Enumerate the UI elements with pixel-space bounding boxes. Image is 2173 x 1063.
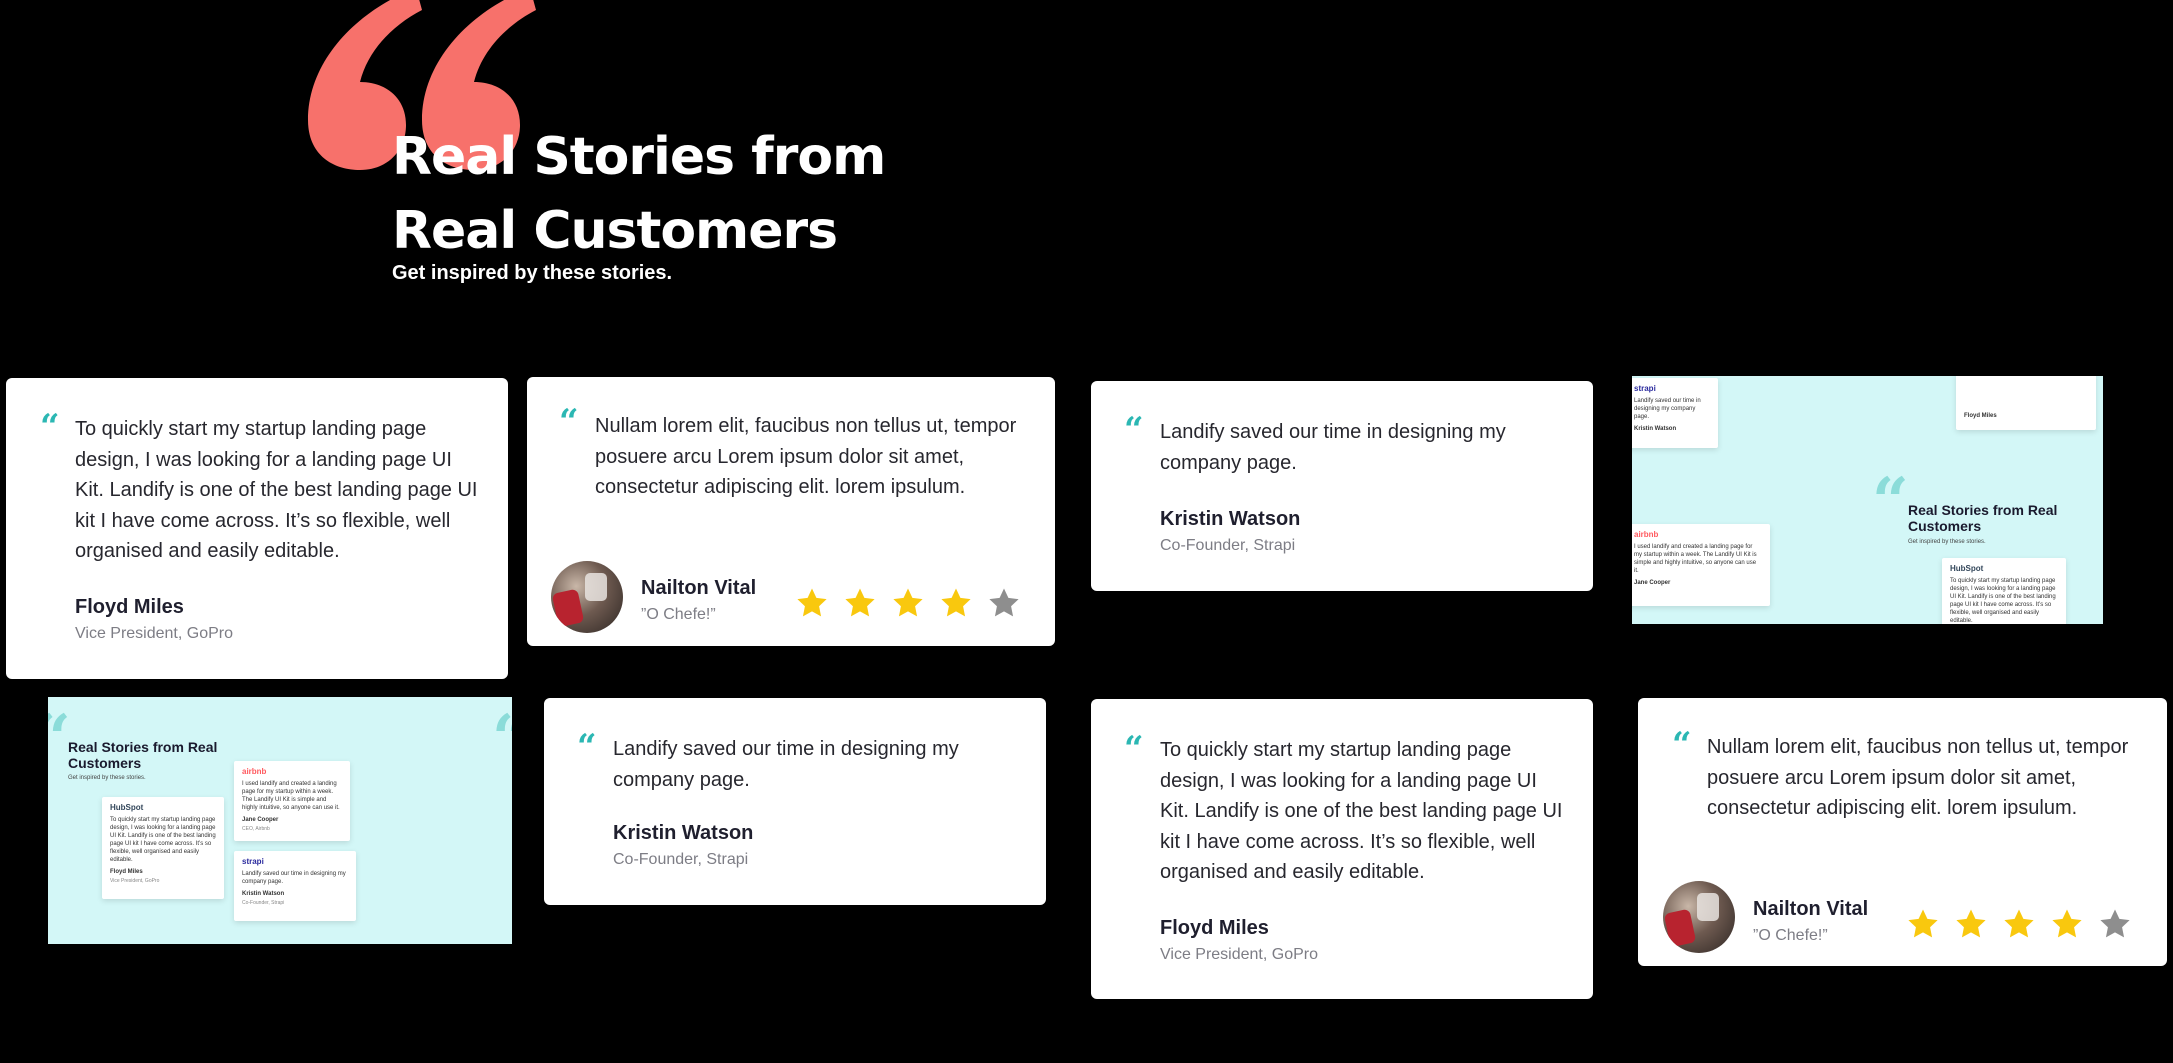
mini-quote: I used landify and created a landing pag… [1634, 544, 1757, 574]
testimonial-quote: Landify saved our time in designing my c… [1160, 421, 1506, 474]
testimonial-section-thumbnail: strapi Landify saved our time in designi… [1632, 376, 2103, 624]
quote-icon: “ [559, 402, 579, 442]
quote-icon: “ [577, 727, 597, 767]
hubspot-logo: HubSpot [110, 803, 144, 812]
quote-icon: “ [40, 407, 60, 447]
testimonial-quote: Landify saved our time in designing my c… [613, 738, 959, 791]
quote-icon: “ [1124, 729, 1144, 769]
star-filled-icon [845, 588, 875, 617]
star-filled-icon [1956, 909, 1986, 938]
mini-author: Jane Cooper [242, 817, 279, 823]
author-name: Floyd Miles [75, 596, 184, 618]
testimonial-quote: To quickly start my startup landing page… [75, 418, 478, 562]
testimonial-card: “ Nullam lorem elit, faucibus non tellus… [1638, 698, 2167, 966]
mini-card: airbnb I used landify and created a land… [1632, 524, 1770, 606]
testimonial-card: “ To quickly start my startup landing pa… [6, 378, 508, 679]
hubspot-logo: HubSpot [1950, 564, 1984, 573]
author-role: ”O Chefe!” [1753, 927, 1828, 944]
author-name: Kristin Watson [1160, 508, 1301, 530]
testimonial-card: “ Landify saved our time in designing my… [544, 698, 1046, 905]
airbnb-logo: airbnb [242, 767, 267, 776]
author-name: Nailton Vital [641, 577, 757, 599]
mini-card: airbnb I used landify and created a land… [234, 761, 350, 841]
star-filled-icon [941, 588, 971, 617]
mini-author: Floyd Miles [1964, 413, 1997, 419]
rating-stars [795, 586, 1021, 620]
star-filled-icon [1908, 909, 1938, 938]
testimonial-card: “ Nullam lorem elit, faucibus non tellus… [527, 377, 1055, 646]
strapi-logo: strapi [1634, 384, 1656, 393]
hero-subtitle: Get inspired by these stories. [392, 262, 673, 284]
mini-quote: Landify saved our time in designing my c… [242, 871, 346, 885]
author-role: Co-Founder, Strapi [1160, 537, 1296, 554]
hero-title: Real Stories from Real Customers [392, 127, 886, 261]
thumbnail-title: Real Stories from Real Customers [68, 739, 218, 771]
testimonial-quote: To quickly start my startup landing page… [1160, 739, 1563, 883]
mini-quote: I used landify and created a landing pag… [242, 781, 340, 811]
thumbnail-subtitle: Get inspired by these stories. [1908, 539, 1986, 545]
mini-quote: To quickly start my startup landing page… [1950, 578, 2056, 624]
quote-icon: “ [1672, 725, 1692, 765]
mini-card: strapi Landify saved our time in designi… [234, 851, 356, 921]
testimonial-quote: Nullam lorem elit, faucibus non tellus u… [1707, 736, 2129, 819]
mini-quote: To quickly start my startup landing page… [110, 817, 216, 863]
quote-icon: “ [492, 707, 512, 771]
author-name: Floyd Miles [1160, 917, 1269, 939]
mini-author: Kristin Watson [1634, 426, 1677, 432]
author-name: Nailton Vital [1753, 898, 1869, 920]
testimonial-card: “ Landify saved our time in designing my… [1091, 381, 1593, 591]
avatar [1663, 881, 1735, 953]
strapi-logo: strapi [242, 857, 264, 866]
mini-role: CEO, Airbnb [242, 826, 270, 832]
mini-role: Co-Founder, Strapi [242, 900, 285, 906]
mini-card: HubSpot To quickly start my startup land… [1942, 558, 2066, 624]
mini-card: strapi Landify saved our time in designi… [1632, 378, 1718, 448]
author-role: Vice President, GoPro [75, 625, 234, 642]
testimonial-section-thumbnail: “ Real Stories from Real Customers Get i… [48, 697, 512, 944]
mini-card: Floyd Miles [1956, 376, 2096, 430]
author-role: ”O Chefe!” [641, 606, 716, 623]
mini-author: Jane Cooper [1634, 580, 1671, 586]
author-role: Vice President, GoPro [1160, 946, 1319, 963]
author-name: Kristin Watson [613, 822, 754, 844]
testimonial-card: “ To quickly start my startup landing pa… [1091, 699, 1593, 999]
quote-icon: “ [1872, 464, 1909, 539]
airbnb-logo: airbnb [1634, 530, 1659, 539]
mini-role: Vice President, GoPro [110, 878, 160, 884]
rating-stars [1906, 907, 2132, 941]
star-empty-icon [2100, 909, 2130, 938]
star-filled-icon [797, 588, 827, 617]
quote-icon: “ [1124, 410, 1144, 450]
mini-quote: Landify saved our time in designing my c… [1634, 398, 1701, 420]
mini-card: HubSpot To quickly start my startup land… [102, 797, 224, 899]
star-filled-icon [2052, 909, 2082, 938]
avatar [551, 561, 623, 633]
testimonial-quote: Nullam lorem elit, faucibus non tellus u… [595, 415, 1017, 498]
thumbnail-title: Real Stories from Real Customers [1908, 502, 2058, 534]
star-filled-icon [893, 588, 923, 617]
mini-author: Kristin Watson [242, 891, 285, 897]
mini-author: Floyd Miles [110, 869, 143, 875]
thumbnail-subtitle: Get inspired by these stories. [68, 775, 146, 781]
star-empty-icon [989, 588, 1019, 617]
star-filled-icon [2004, 909, 2034, 938]
author-role: Co-Founder, Strapi [613, 851, 749, 868]
